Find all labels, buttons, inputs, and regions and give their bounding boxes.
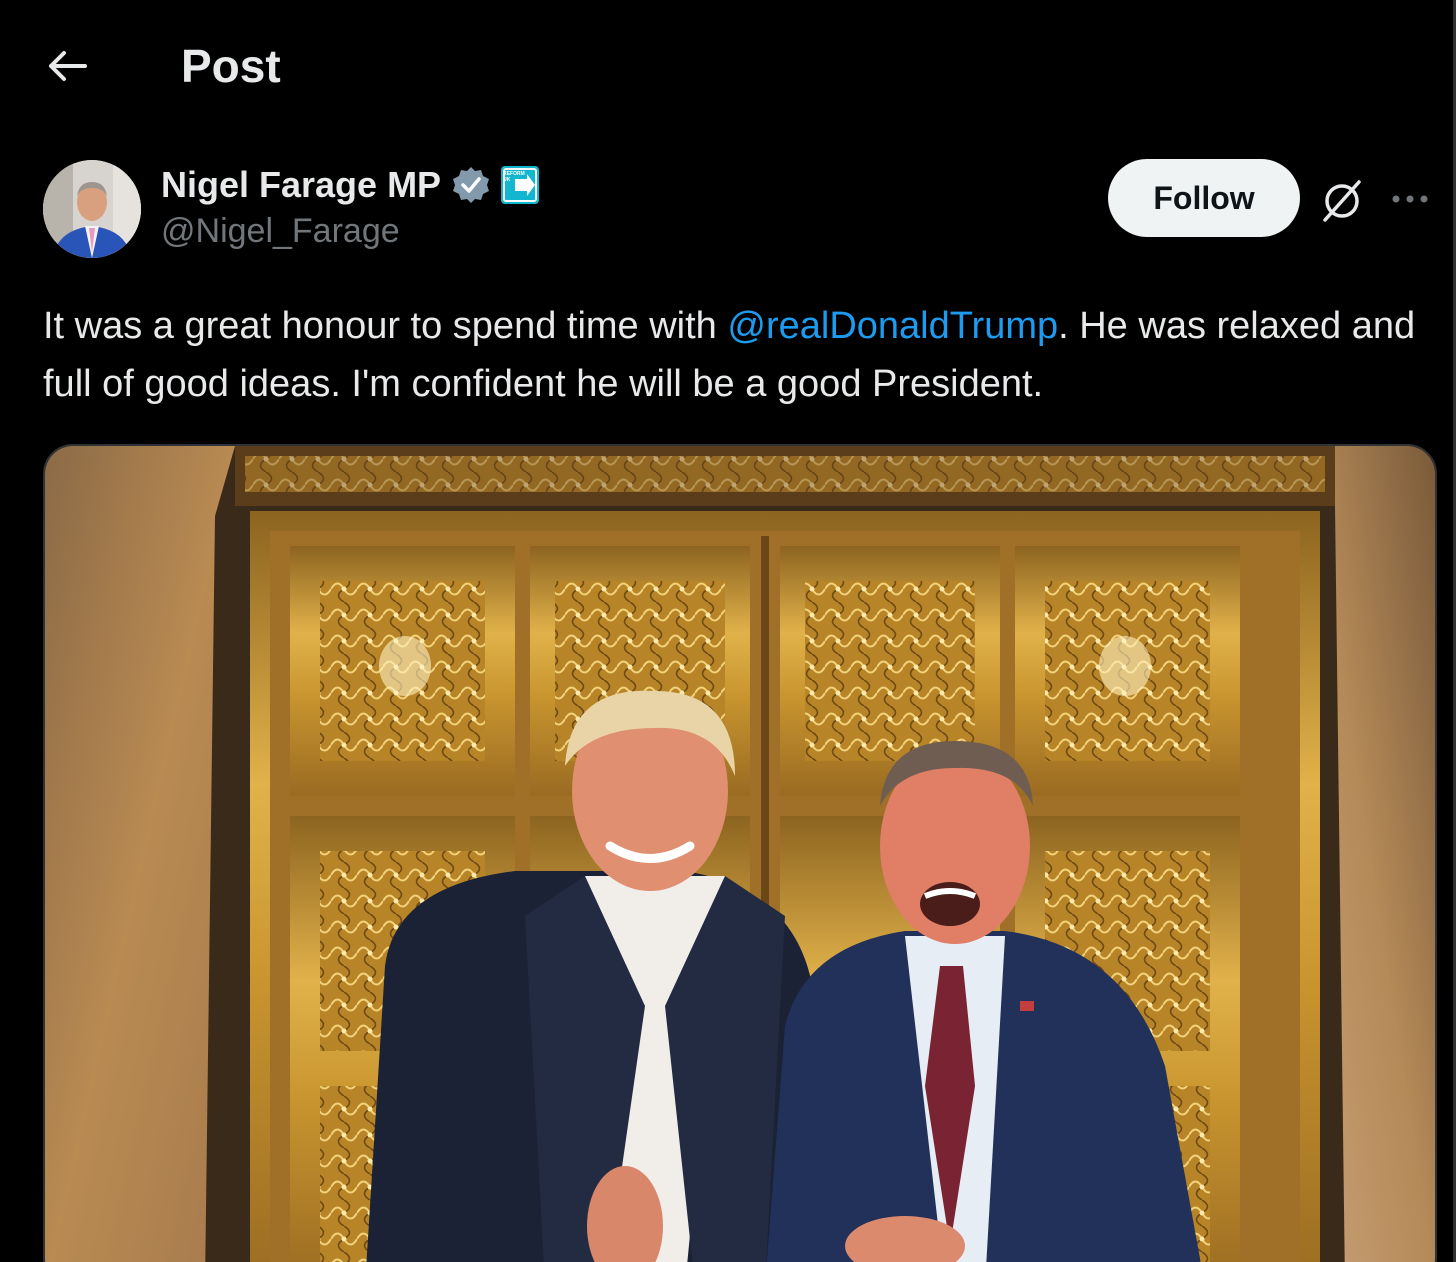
follow-button[interactable]: Follow — [1108, 159, 1300, 237]
back-button[interactable] — [36, 36, 100, 96]
post-author: Nigel Farage MP REFORM UK @Nigel_Farage … — [0, 150, 1453, 270]
reform-uk-badge[interactable]: REFORM UK — [501, 166, 540, 204]
more-button[interactable] — [1385, 176, 1435, 222]
mention-link[interactable]: @realDonaldTrump — [727, 305, 1058, 347]
arrow-right-icon — [503, 168, 538, 202]
photo-image — [45, 446, 1435, 1262]
post-text: It was a great honour to spend time with… — [43, 297, 1433, 413]
post-page: Post Nigel Farage MP REFORM UK @Nigel_Fa… — [0, 0, 1456, 1262]
verified-badge-icon[interactable] — [451, 165, 491, 205]
avatar-image — [43, 160, 141, 258]
display-name-row: Nigel Farage MP REFORM UK — [161, 162, 540, 208]
page-title: Post — [181, 40, 281, 92]
top-bar: Post — [0, 0, 1453, 130]
grok-icon — [1323, 180, 1361, 222]
display-name[interactable]: Nigel Farage MP — [161, 164, 441, 206]
user-handle[interactable]: @Nigel_Farage — [161, 212, 400, 251]
avatar[interactable] — [43, 160, 141, 258]
post-text-part: It was a great honour to spend time with — [43, 305, 728, 347]
more-horizontal-icon — [1392, 195, 1428, 203]
arrow-left-icon — [49, 51, 87, 81]
grok-button[interactable] — [1317, 176, 1367, 226]
post-photo[interactable] — [43, 444, 1437, 1262]
